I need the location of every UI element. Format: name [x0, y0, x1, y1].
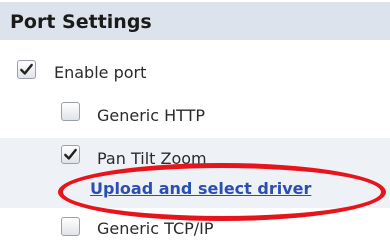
pan-tilt-zoom-checkbox[interactable] — [61, 145, 80, 164]
pan-tilt-zoom-label: Pan Tilt Zoom — [97, 149, 207, 168]
section-header: Port Settings — [0, 2, 390, 40]
option-generic-tcp-ip: Generic TCP/IP — [0, 212, 390, 240]
section-title: Port Settings — [10, 11, 152, 33]
option-pan-tilt-zoom: Pan Tilt Zoom Upload and select driver — [0, 138, 390, 208]
generic-http-checkbox[interactable] — [61, 102, 80, 121]
checkmark-icon — [64, 148, 77, 160]
checkmark-icon — [20, 63, 33, 75]
enable-port-label: Enable port — [54, 63, 147, 82]
generic-http-label: Generic HTTP — [97, 106, 206, 125]
generic-tcp-ip-label: Generic TCP/IP — [97, 219, 214, 238]
enable-port-checkbox[interactable] — [17, 60, 36, 79]
option-generic-http: Generic HTTP — [0, 96, 390, 134]
generic-tcp-ip-checkbox[interactable] — [61, 217, 80, 236]
upload-driver-link[interactable]: Upload and select driver — [90, 179, 311, 198]
option-enable-port: Enable port — [0, 54, 390, 92]
